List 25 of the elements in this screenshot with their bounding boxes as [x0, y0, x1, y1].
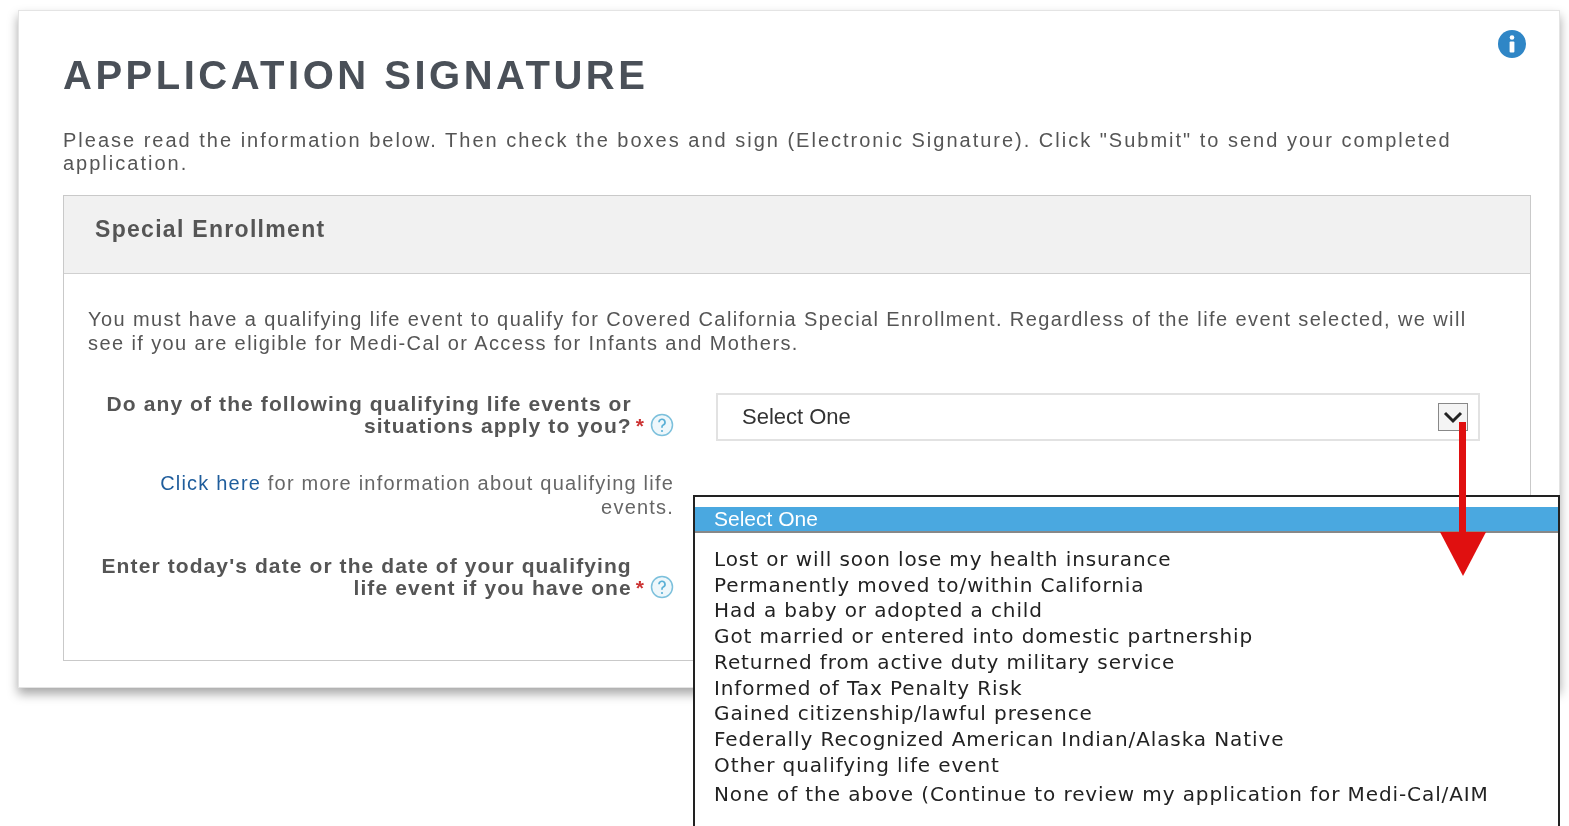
dropdown-option[interactable]: Returned from active duty military service	[695, 649, 1558, 676]
section-header: Special Enrollment	[64, 196, 1530, 274]
required-mark: *	[635, 577, 644, 599]
dropdown-option[interactable]: None of the above (Continue to review my application for Medi-Cal/AIM	[695, 782, 1558, 809]
info-icon[interactable]	[1497, 29, 1527, 59]
dropdown-option[interactable]: Other qualifying life event	[695, 752, 1558, 779]
info-text: Click here for more information about qualifying life events.	[159, 471, 674, 519]
dropdown-option[interactable]: Permanently moved to/within California	[695, 572, 1558, 599]
chevron-down-icon	[1438, 403, 1468, 431]
life-event-select[interactable]: Select One	[716, 393, 1480, 441]
help-icon[interactable]	[650, 413, 674, 437]
help-icon[interactable]	[650, 575, 674, 599]
click-here-link[interactable]: Click here	[160, 472, 262, 494]
dropdown-option[interactable]: Gained citizenship/lawful presence	[695, 701, 1558, 727]
section-description: You must have a qualifying life event to qualify for Covered California Special Enrollment. Regardless of the life event selected, we will see if you are eligible for Medi-Cal or Access for Infants and Mothers.	[88, 307, 1468, 355]
dropdown-option[interactable]: Informed of Tax Penalty Risk	[695, 675, 1558, 702]
question-label: Enter today's date or the date of your qualifying life event if you have one	[100, 555, 632, 599]
required-mark: *	[635, 415, 644, 437]
dropdown-option[interactable]: Federally Recognized American Indian/Alaska Native	[695, 726, 1558, 753]
intro-text: Please read the information below. Then check the boxes and sign (Electronic Signature). Click "Submit" to send your completed application.	[63, 129, 1453, 175]
page-title: APPLICATION SIGNATURE	[63, 52, 650, 99]
dropdown-option[interactable]: Got married or entered into domestic partnership	[695, 624, 1558, 650]
dropdown-option[interactable]: Had a baby or adopted a child	[695, 598, 1558, 625]
dropdown-option[interactable]: Lost or will soon lose my health insurance	[695, 547, 1558, 573]
question-label: Do any of the following qualifying life events or situations apply to you?	[105, 393, 632, 437]
